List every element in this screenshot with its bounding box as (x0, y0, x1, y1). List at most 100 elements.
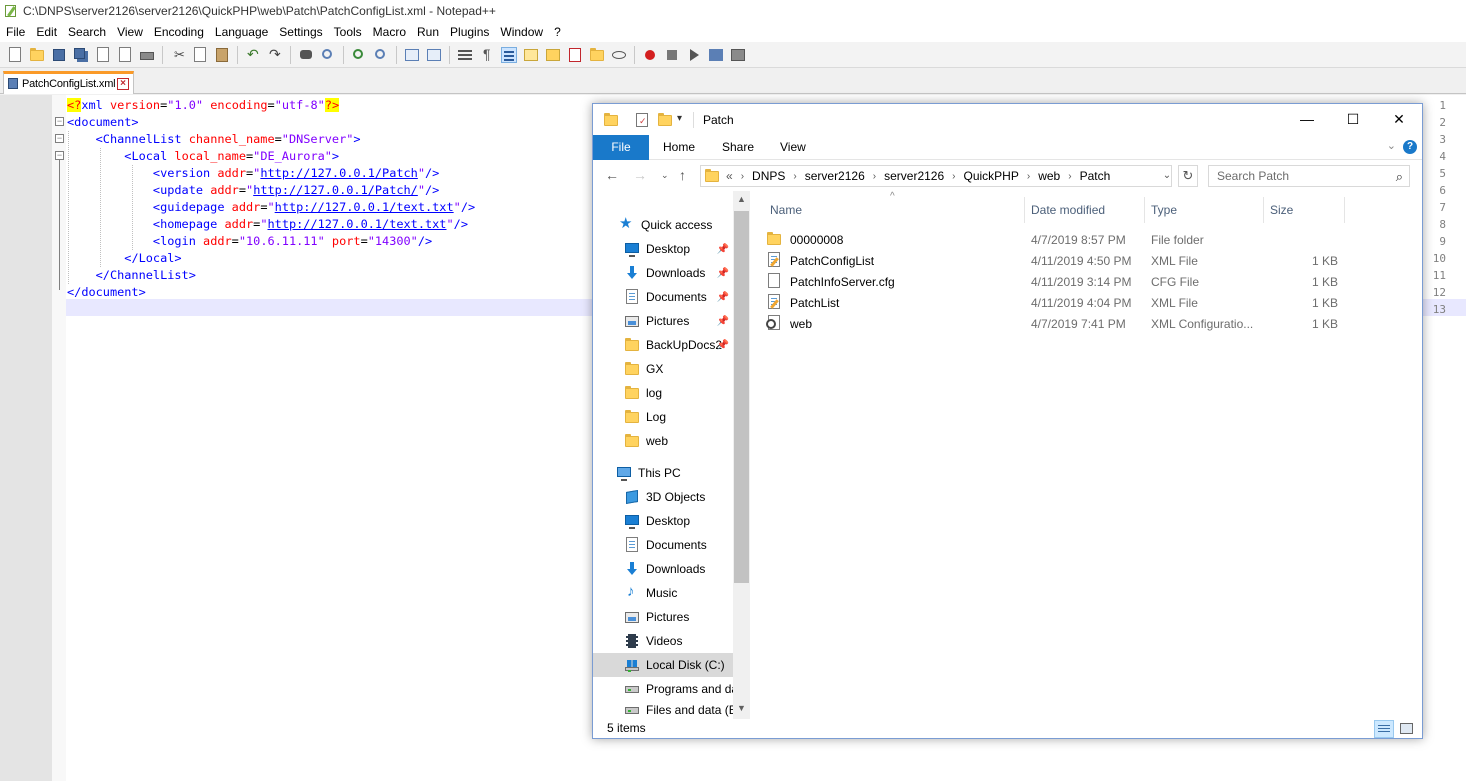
address-dropdown-icon[interactable]: ⌄ (1161, 165, 1173, 187)
show-all-chars-icon[interactable]: ¶ (479, 46, 495, 63)
nav-qa-desktop[interactable]: Desktop 📌 (593, 237, 733, 261)
close-file-icon[interactable] (95, 46, 111, 63)
monitoring-icon[interactable] (611, 47, 627, 63)
nav-pc-desktop[interactable]: Desktop (593, 509, 733, 533)
nav-pc-documents[interactable]: Documents (593, 533, 733, 557)
nav-qa-web[interactable]: web (593, 429, 733, 453)
save-icon[interactable] (51, 47, 67, 63)
indent-guide-icon[interactable] (501, 46, 517, 63)
breadcrumb-separator-icon[interactable]: › (952, 171, 955, 182)
sync-horizontal-icon[interactable] (426, 47, 442, 63)
record-macro-icon[interactable] (642, 47, 658, 63)
nav-qa-gx[interactable]: GX (593, 357, 733, 381)
maximize-button[interactable]: ☐ (1330, 104, 1376, 135)
qat-dropdown-icon[interactable]: ▾ (677, 113, 682, 124)
recent-locations-icon[interactable]: ⌄ (661, 170, 669, 181)
breadcrumb-patch[interactable]: Patch (1080, 169, 1111, 183)
breadcrumb-separator-icon[interactable]: › (793, 171, 796, 182)
file-row[interactable]: 00000008 4/7/2019 8:57 PM File folder (750, 229, 1422, 250)
fold-toggle-icon[interactable]: − (55, 134, 64, 143)
tab-patchconfiglist[interactable]: PatchConfigList.xml × (3, 71, 134, 94)
breadcrumb-web[interactable]: web (1038, 169, 1060, 183)
file-row[interactable]: PatchConfigList 4/11/2019 4:50 PM XML Fi… (750, 250, 1422, 271)
redo-icon[interactable]: ↷ (267, 46, 283, 63)
nav-qa-log[interactable]: log (593, 381, 733, 405)
column-header-type[interactable]: Type (1151, 203, 1177, 217)
column-header-date[interactable]: Date modified (1031, 203, 1105, 217)
breadcrumb-server2126[interactable]: server2126 (805, 169, 865, 183)
open-file-icon[interactable] (29, 47, 45, 63)
zoom-out-icon[interactable] (373, 47, 389, 63)
print-icon[interactable] (139, 47, 155, 63)
nav-pc-videos[interactable]: Videos (593, 629, 733, 653)
menu-help[interactable]: ? (548, 25, 566, 39)
udl-icon[interactable] (523, 47, 539, 63)
properties-icon[interactable]: ✓ (634, 112, 650, 128)
help-icon[interactable]: ? (1403, 140, 1417, 154)
save-all-icon[interactable] (73, 47, 89, 63)
close-all-icon[interactable] (117, 46, 133, 63)
nav-qa-log-cap[interactable]: Log (593, 405, 733, 429)
menu-macro[interactable]: Macro (367, 25, 411, 39)
nav-quick-access[interactable]: ★ Quick access (593, 213, 733, 237)
word-wrap-icon[interactable] (457, 47, 473, 63)
scroll-up-icon[interactable]: ▲ (733, 194, 750, 204)
nav-pc-local-disk[interactable]: Local Disk (C:) (593, 653, 733, 677)
menu-settings[interactable]: Settings (273, 25, 327, 39)
large-icons-view-icon[interactable] (1398, 720, 1416, 738)
save-macro-icon[interactable] (730, 47, 746, 63)
column-header-size[interactable]: Size (1270, 203, 1293, 217)
menu-view[interactable]: View (111, 25, 148, 39)
doc-map-icon[interactable] (545, 47, 561, 63)
new-folder-icon[interactable] (657, 112, 673, 128)
new-file-icon[interactable] (7, 46, 23, 63)
zoom-in-icon[interactable] (351, 47, 367, 63)
fold-toggle-icon[interactable]: − (55, 151, 64, 160)
details-view-icon[interactable] (1374, 720, 1394, 738)
search-input[interactable]: Search Patch ⌕ (1208, 165, 1410, 187)
minimize-button[interactable]: — (1284, 104, 1330, 135)
folder-workspace-icon[interactable] (589, 47, 605, 63)
fold-toggle-icon[interactable]: − (55, 117, 64, 126)
paste-icon[interactable] (214, 47, 230, 63)
menu-window[interactable]: Window (494, 25, 548, 39)
close-window-button[interactable]: ✕ (1376, 104, 1422, 135)
breadcrumb-server2126-sub[interactable]: server2126 (884, 169, 944, 183)
scroll-down-icon[interactable]: ▼ (733, 703, 750, 713)
breadcrumb-dnps[interactable]: DNPS (752, 169, 785, 183)
stop-macro-icon[interactable] (664, 47, 680, 63)
close-tab-icon[interactable]: × (117, 78, 129, 90)
play-macro-icon[interactable] (686, 47, 702, 63)
back-arrow-icon[interactable]: ← (605, 167, 619, 183)
nav-pc-3d-objects[interactable]: 3D Objects (593, 485, 733, 509)
nav-qa-downloads[interactable]: Downloads 📌 (593, 261, 733, 285)
nav-pane-scrollbar[interactable]: ▲ ▼ (733, 191, 750, 719)
scrollbar-thumb[interactable] (734, 211, 749, 583)
ribbon-share-tab[interactable]: Share (722, 135, 754, 160)
breadcrumb-separator-icon[interactable]: › (1027, 171, 1030, 182)
function-list-icon[interactable] (567, 47, 583, 63)
breadcrumb-separator-icon[interactable]: › (741, 171, 744, 182)
menu-language[interactable]: Language (209, 25, 273, 39)
nav-pc-files-drive[interactable]: Files and data (E (593, 701, 733, 719)
nav-pc-downloads[interactable]: Downloads (593, 557, 733, 581)
menu-tools[interactable]: Tools (328, 25, 367, 39)
column-divider[interactable] (1144, 197, 1145, 223)
menu-file[interactable]: File (0, 25, 30, 39)
sync-vertical-icon[interactable] (404, 47, 420, 63)
nav-qa-pictures[interactable]: Pictures 📌 (593, 309, 733, 333)
column-divider[interactable] (1024, 197, 1025, 223)
nav-qa-documents[interactable]: Documents 📌 (593, 285, 733, 309)
forward-arrow-icon[interactable]: → (633, 167, 647, 183)
menu-plugins[interactable]: Plugins (444, 25, 494, 39)
breadcrumb-quickphp[interactable]: QuickPHP (964, 169, 1019, 183)
ribbon-view-tab[interactable]: View (780, 135, 806, 160)
nav-pc-programs-drive[interactable]: Programs and da (593, 677, 733, 701)
breadcrumb-overflow[interactable]: « (726, 169, 733, 183)
menu-search[interactable]: Search (62, 25, 111, 39)
menu-edit[interactable]: Edit (30, 25, 62, 39)
copy-icon[interactable] (192, 46, 208, 63)
nav-qa-backupdocs[interactable]: BackUpDocs2 📌 (593, 333, 733, 357)
up-arrow-icon[interactable]: ↑ (679, 167, 686, 183)
undo-icon[interactable]: ↶ (245, 46, 261, 63)
